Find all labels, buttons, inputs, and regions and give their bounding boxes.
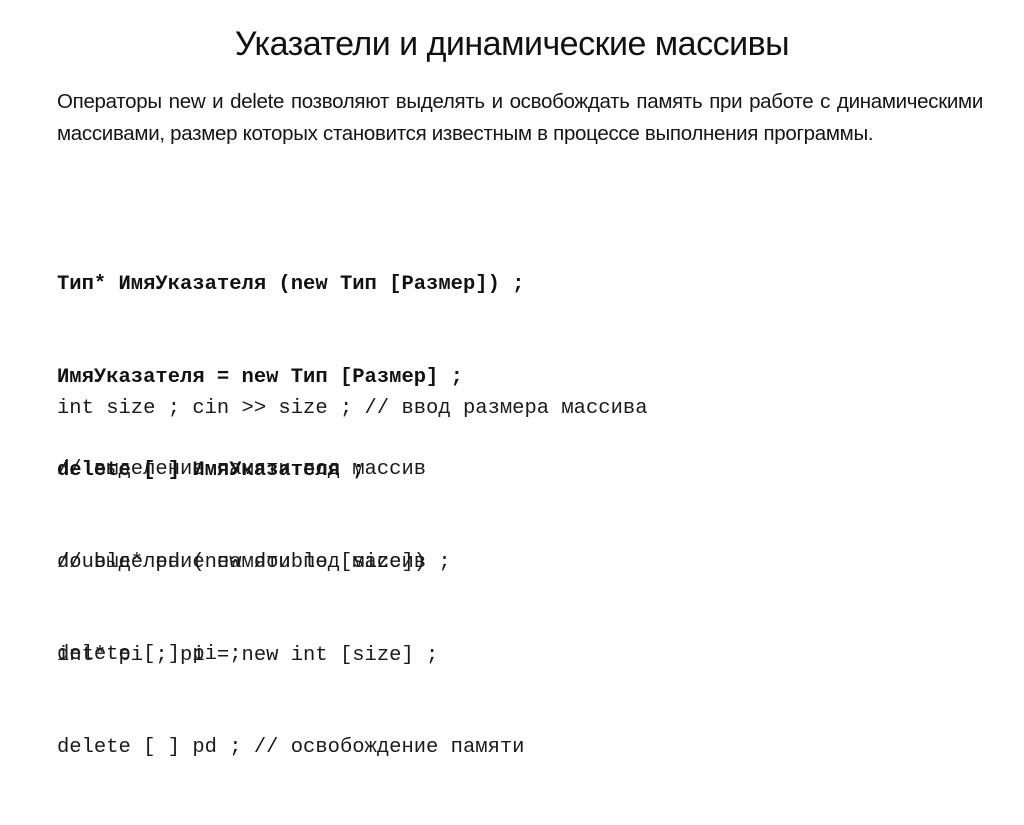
slide-title: Указатели и динамические массивы — [234, 25, 790, 63]
code-comment: // выделение памяти под массив — [57, 551, 427, 574]
intro-paragraph: Операторы new и delete позволяют выделят… — [57, 90, 983, 145]
slide: Указатели и динамические массивы Операто… — [0, 0, 1024, 767]
code-block-delete: delete [ ] pi ; delete [ ] pd ; // освоб… — [57, 577, 524, 825]
code-comment: // выделение памяти под массив — [57, 458, 427, 481]
code-line: delete [ ] pi ; — [57, 643, 242, 666]
syntax-line-allocate-init: Тип* ИмяУказателя (new Тип [Размер]) ; — [57, 273, 525, 296]
code-line: delete [ ] pd ; // освобождение памяти — [57, 736, 525, 759]
